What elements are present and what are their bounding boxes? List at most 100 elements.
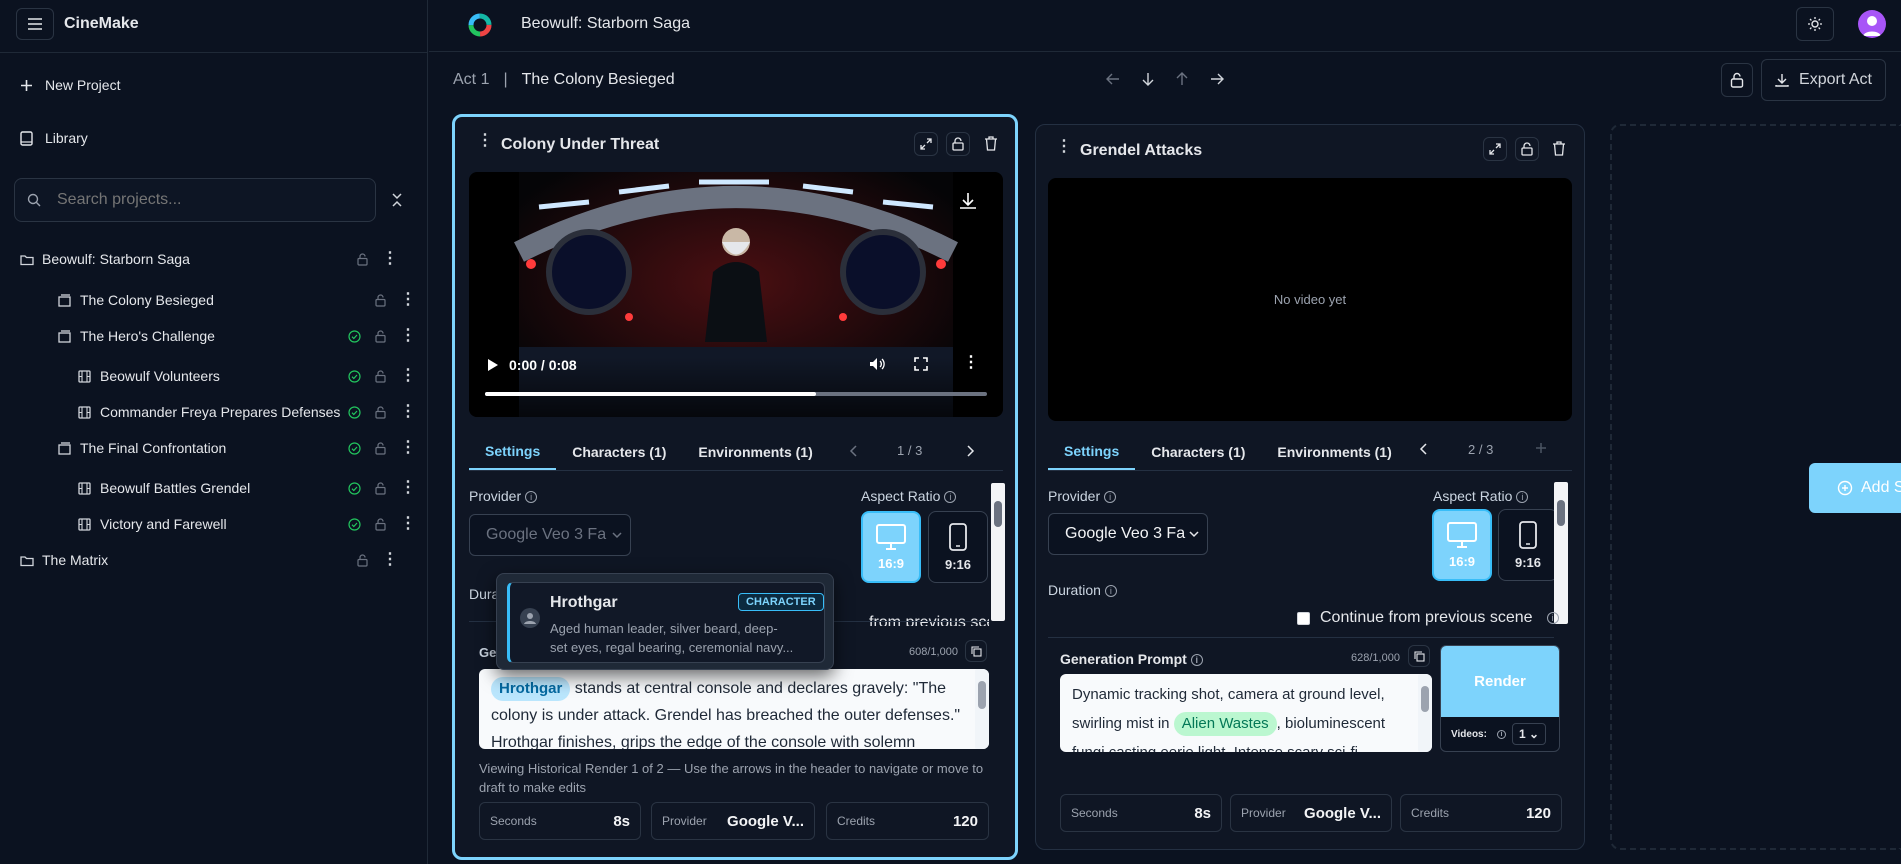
export-act-button[interactable]: Export Act (1761, 59, 1886, 101)
more-icon[interactable]: ⋮ (400, 292, 416, 308)
tree-item-scene[interactable]: Beowulf Battles Grendel ⋮ (0, 471, 428, 505)
tree-item-project[interactable]: The Matrix ⋮ (0, 543, 428, 577)
theme-toggle-button[interactable] (1796, 7, 1834, 41)
unlock-icon[interactable] (375, 369, 386, 383)
delete-scene-button[interactable] (1552, 141, 1566, 156)
tab-characters[interactable]: Characters (1) (1135, 444, 1261, 470)
plus-icon[interactable] (1535, 442, 1547, 454)
tree-item-scene[interactable]: Commander Freya Prepares Defenses ⋮ (0, 395, 428, 429)
prompt-line-1: Dynamic tracking shot, camera at ground … (1072, 686, 1385, 703)
character-chip[interactable]: Hrothgar (491, 677, 571, 701)
fullscreen-icon[interactable] (914, 357, 928, 371)
prompt-line-3: fungi casting eerie light. Intense scary… (1072, 738, 1406, 752)
settings-scrollbar[interactable] (991, 483, 1005, 621)
film-icon (78, 369, 91, 383)
play-icon[interactable] (487, 358, 499, 372)
unlock-icon[interactable] (357, 252, 368, 266)
arrow-right-icon[interactable] (1210, 73, 1224, 85)
more-icon[interactable]: ⋮ (400, 480, 416, 496)
provider-select[interactable]: Google Veo 3 Fa (469, 514, 631, 556)
scene-menu-icon[interactable]: ⋮ (477, 133, 493, 149)
arrow-up-icon[interactable] (1176, 72, 1188, 86)
more-icon[interactable]: ⋮ (382, 552, 398, 568)
prompt-textarea[interactable]: Hrothgar stands at central console and d… (479, 669, 989, 749)
prompt-scrollbar[interactable] (975, 669, 989, 749)
trash-icon (985, 136, 997, 151)
aspect-9-16-button[interactable]: 9:16 (928, 511, 988, 583)
lock-scene-button[interactable] (1515, 137, 1539, 161)
settings-scrollbar[interactable] (1554, 482, 1568, 624)
tree-item-label: Beowulf Volunteers (100, 368, 220, 384)
new-project-button[interactable]: New Project (20, 77, 120, 93)
tab-settings[interactable]: Settings (1048, 443, 1136, 470)
render-button[interactable]: Render (1441, 646, 1559, 717)
more-icon[interactable]: ⋮ (400, 440, 416, 456)
unlock-icon[interactable] (375, 517, 386, 531)
more-icon[interactable]: ⋮ (400, 328, 416, 344)
unlock-icon[interactable] (375, 481, 386, 495)
unlock-icon[interactable] (375, 405, 386, 419)
volume-icon[interactable] (869, 356, 885, 372)
film-icon (78, 405, 91, 419)
tree-item-act[interactable]: The Final Confrontation ⋮ (0, 431, 428, 465)
prompt-textarea[interactable]: Dynamic tracking shot, camera at ground … (1060, 674, 1432, 752)
provider-select[interactable]: Google Veo 3 Fa (1048, 513, 1208, 555)
scene-card-colony-under-threat[interactable]: ⋮ Colony Under Threat 0:00 / 0:08 ⋮ Sett… (452, 114, 1018, 860)
menu-button[interactable] (16, 8, 54, 40)
unlock-icon[interactable] (375, 441, 386, 455)
prompt-line-2a: swirling mist in (1072, 715, 1174, 732)
tab-settings[interactable]: Settings (469, 443, 557, 470)
search-box[interactable] (14, 178, 376, 222)
tree-item-scene[interactable]: Victory and Farewell ⋮ (0, 507, 428, 541)
tab-environments[interactable]: Environments (1) (1261, 444, 1407, 470)
prompt-scrollbar[interactable] (1418, 674, 1432, 752)
tree-item-project[interactable]: Beowulf: Starborn Saga ⋮ (0, 242, 428, 276)
lock-scene-button[interactable] (946, 132, 970, 156)
more-icon[interactable]: ⋮ (400, 404, 416, 420)
tree-item-actions: ⋮ (348, 328, 416, 344)
tree-item-act[interactable]: The Hero's Challenge ⋮ (0, 319, 428, 353)
scene-menu-icon[interactable]: ⋮ (1056, 139, 1072, 155)
tree-item-act[interactable]: The Colony Besieged ⋮ (0, 283, 428, 317)
arrow-left-icon[interactable] (1106, 73, 1120, 85)
film-icon (78, 517, 91, 531)
continue-checkbox[interactable] (1297, 611, 1310, 625)
video-time: 0:00 / 0:08 (509, 357, 577, 373)
copy-prompt-button[interactable] (965, 640, 987, 662)
aspect-16-9-button[interactable]: 16:9 (1432, 509, 1492, 581)
more-icon[interactable]: ⋮ (382, 251, 398, 267)
copy-prompt-button[interactable] (1408, 645, 1430, 667)
tab-environments[interactable]: Environments (1) (682, 444, 828, 470)
tree-item-scene[interactable]: Beowulf Volunteers ⋮ (0, 359, 428, 393)
chevron-right-icon[interactable] (967, 445, 975, 457)
chevron-left-icon[interactable] (849, 445, 857, 457)
library-link[interactable]: Library (20, 130, 88, 146)
unlock-icon[interactable] (357, 553, 368, 567)
arrow-down-icon[interactable] (1142, 72, 1154, 86)
expand-button[interactable] (1483, 137, 1507, 161)
unlock-icon[interactable] (375, 293, 386, 307)
search-input[interactable] (57, 191, 357, 209)
continue-label: Continue from previous scene (1320, 609, 1533, 626)
unlock-icon[interactable] (375, 329, 386, 343)
environment-chip[interactable]: Alien Wastes (1173, 712, 1277, 736)
aspect-9-16-button[interactable]: 9:16 (1498, 509, 1558, 581)
avatar[interactable] (1858, 10, 1886, 38)
more-icon[interactable]: ⋮ (400, 516, 416, 532)
delete-scene-button[interactable] (984, 136, 998, 151)
add-scene-button[interactable]: Add S (1809, 463, 1901, 513)
scene-card-grendel-attacks[interactable]: ⋮ Grendel Attacks No video yet Settings … (1035, 124, 1585, 850)
download-icon[interactable] (959, 192, 977, 210)
lock-act-button[interactable] (1721, 63, 1753, 97)
aspect-16-9-button[interactable]: 16:9 (861, 511, 921, 583)
more-icon[interactable]: ⋮ (400, 368, 416, 384)
collapse-all-button[interactable] (390, 192, 404, 208)
video-more-icon[interactable]: ⋮ (963, 355, 979, 371)
video-progress-track[interactable] (485, 392, 987, 396)
videos-count-select[interactable]: 1 ⌄ (1511, 723, 1547, 745)
video-player[interactable]: 0:00 / 0:08 ⋮ (469, 172, 1003, 417)
chevron-left-icon[interactable] (1419, 443, 1427, 455)
tab-characters[interactable]: Characters (1) (556, 444, 682, 470)
continue-checkbox-row[interactable]: Continue from previous scene i (1297, 609, 1559, 627)
expand-button[interactable] (914, 132, 938, 156)
